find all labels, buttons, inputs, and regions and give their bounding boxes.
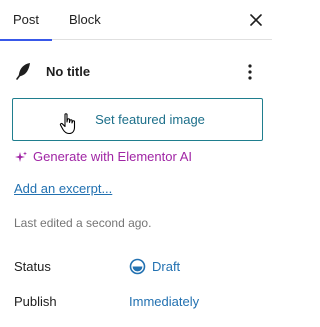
sparkle-icon bbox=[15, 151, 27, 162]
featured-image-label: Set featured image bbox=[95, 112, 205, 127]
post-title: No title bbox=[46, 64, 91, 79]
set-featured-image-button[interactable]: Set featured image bbox=[12, 98, 263, 141]
last-edited-text: Last edited a second ago. bbox=[14, 216, 152, 230]
draft-status-icon bbox=[129, 258, 146, 275]
hand-pointer-icon bbox=[59, 113, 76, 135]
close-button[interactable] bbox=[244, 8, 268, 32]
feather-icon bbox=[16, 63, 30, 80]
close-icon bbox=[250, 14, 262, 26]
post-title-row: No title bbox=[0, 58, 272, 86]
status-label: Status bbox=[14, 259, 51, 274]
tab-post[interactable]: Post bbox=[0, 0, 53, 41]
publish-immediately-button[interactable]: Immediately bbox=[129, 294, 199, 310]
add-excerpt-link[interactable]: Add an excerpt... bbox=[14, 181, 112, 197]
elementor-ai-label: Generate with Elementor AI bbox=[33, 149, 192, 164]
publish-label: Publish bbox=[14, 294, 57, 309]
tab-block[interactable]: Block bbox=[69, 0, 101, 40]
status-value: Draft bbox=[152, 259, 181, 274]
sidebar-tabs: Post Block bbox=[0, 0, 272, 41]
vertical-ellipsis-icon bbox=[248, 64, 252, 80]
more-options-button[interactable] bbox=[240, 60, 260, 84]
